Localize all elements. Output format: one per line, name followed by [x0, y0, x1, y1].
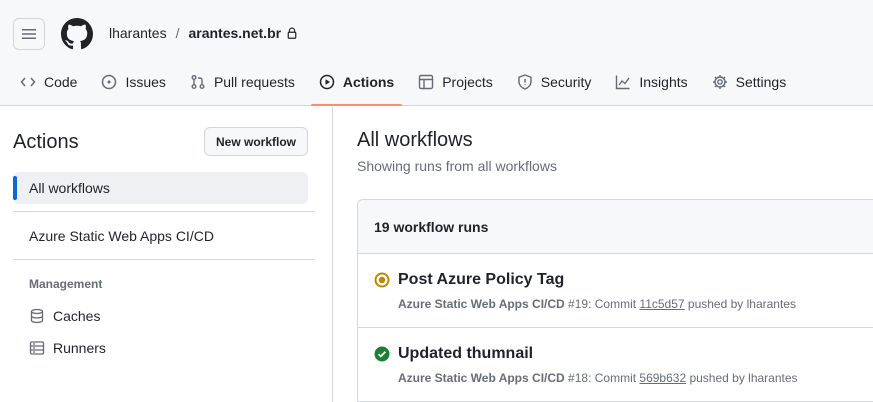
breadcrumb: lharantes / arantes.net.br [109, 25, 298, 41]
git-pull-request-icon [191, 75, 205, 89]
repo-header: lharantes / arantes.net.br Code Issues P… [0, 0, 873, 106]
run-number: #19 [568, 297, 589, 311]
tab-projects[interactable]: Projects [410, 64, 501, 100]
sidebar-title: Actions [13, 131, 79, 153]
tab-issues-label: Issues [125, 74, 166, 90]
graph-icon [616, 75, 630, 90]
tab-actions[interactable]: Actions [310, 64, 403, 106]
sidebar-item-caches[interactable]: Caches [29, 308, 100, 324]
play-icon [319, 74, 335, 90]
hamburger-icon [22, 29, 36, 39]
run-title[interactable]: Post Azure Policy Tag [398, 271, 564, 289]
shield-icon [518, 74, 532, 90]
lock-icon [286, 27, 298, 39]
in-progress-icon [374, 272, 390, 291]
workflow-run-row[interactable]: Post Azure Policy Tag Azure Static Web A… [358, 254, 873, 328]
new-workflow-button[interactable]: New workflow [204, 127, 308, 156]
repo-tabs: Code Issues Pull requests Actions Projec… [12, 64, 802, 106]
sidebar-divider [13, 259, 315, 260]
code-icon [20, 77, 36, 87]
tab-security-label: Security [540, 74, 592, 90]
tab-actions-label: Actions [342, 74, 395, 90]
actions-sidebar: Actions New workflow All workflows Azure… [0, 107, 333, 402]
run-workflow-name: Azure Static Web Apps CI/CD [398, 371, 565, 385]
gear-icon [712, 75, 727, 89]
tab-insights[interactable]: Insights [607, 64, 695, 100]
run-commit-prefix: : Commit [588, 297, 640, 311]
issue-opened-icon [102, 74, 117, 90]
sidebar-item-workflow[interactable]: Azure Static Web Apps CI/CD [29, 228, 214, 244]
run-pushed-by: pushed by lharantes [684, 297, 796, 311]
tab-security[interactable]: Security [509, 64, 600, 100]
sidebar-item-runners[interactable]: Runners [29, 340, 106, 356]
page-title: All workflows [357, 129, 473, 151]
sidebar-item-all-workflows[interactable]: All workflows [13, 172, 308, 204]
tab-settings[interactable]: Settings [704, 64, 795, 100]
tab-pull-requests[interactable]: Pull requests [182, 64, 303, 100]
repo-link[interactable]: arantes.net.br [188, 25, 281, 41]
run-commit-prefix: : Commit [588, 371, 640, 385]
tab-code-label: Code [44, 74, 78, 90]
hamburger-menu-button[interactable] [13, 18, 45, 50]
tab-insights-label: Insights [639, 74, 688, 90]
tab-settings-label: Settings [735, 74, 787, 90]
tab-issues[interactable]: Issues [93, 64, 173, 100]
github-logo-icon[interactable] [61, 18, 93, 50]
run-title[interactable]: Updated thumnail [398, 345, 533, 363]
owner-link[interactable]: lharantes [109, 25, 167, 41]
tab-pull-requests-label: Pull requests [213, 74, 295, 90]
commit-sha-link[interactable]: 569b632 [639, 371, 686, 385]
workflow-runs-list: 19 workflow runs Post Azure Policy Tag A… [357, 199, 873, 402]
server-icon [29, 341, 45, 355]
tab-projects-label: Projects [442, 74, 493, 90]
check-circle-icon [374, 346, 390, 365]
sidebar-divider [13, 211, 315, 212]
run-workflow-name: Azure Static Web Apps CI/CD [398, 297, 565, 311]
run-number: #18 [568, 371, 589, 385]
run-meta: Azure Static Web Apps CI/CD #19: Commit … [398, 297, 796, 311]
runs-count: 19 workflow runs [358, 200, 873, 254]
commit-sha-link[interactable]: 11c5d57 [639, 297, 684, 311]
caches-label: Caches [53, 308, 101, 324]
page-subtitle: Showing runs from all workflows [357, 158, 557, 174]
workflow-run-row[interactable]: Updated thumnail Azure Static Web Apps C… [358, 328, 873, 402]
database-icon [30, 308, 44, 324]
runners-label: Runners [53, 340, 106, 356]
tab-code[interactable]: Code [12, 64, 85, 100]
run-meta: Azure Static Web Apps CI/CD #18: Commit … [398, 371, 798, 385]
run-pushed-by: pushed by lharantes [686, 371, 798, 385]
management-heading: Management [29, 277, 103, 291]
table-icon [419, 74, 434, 90]
breadcrumb-separator: / [175, 25, 180, 41]
